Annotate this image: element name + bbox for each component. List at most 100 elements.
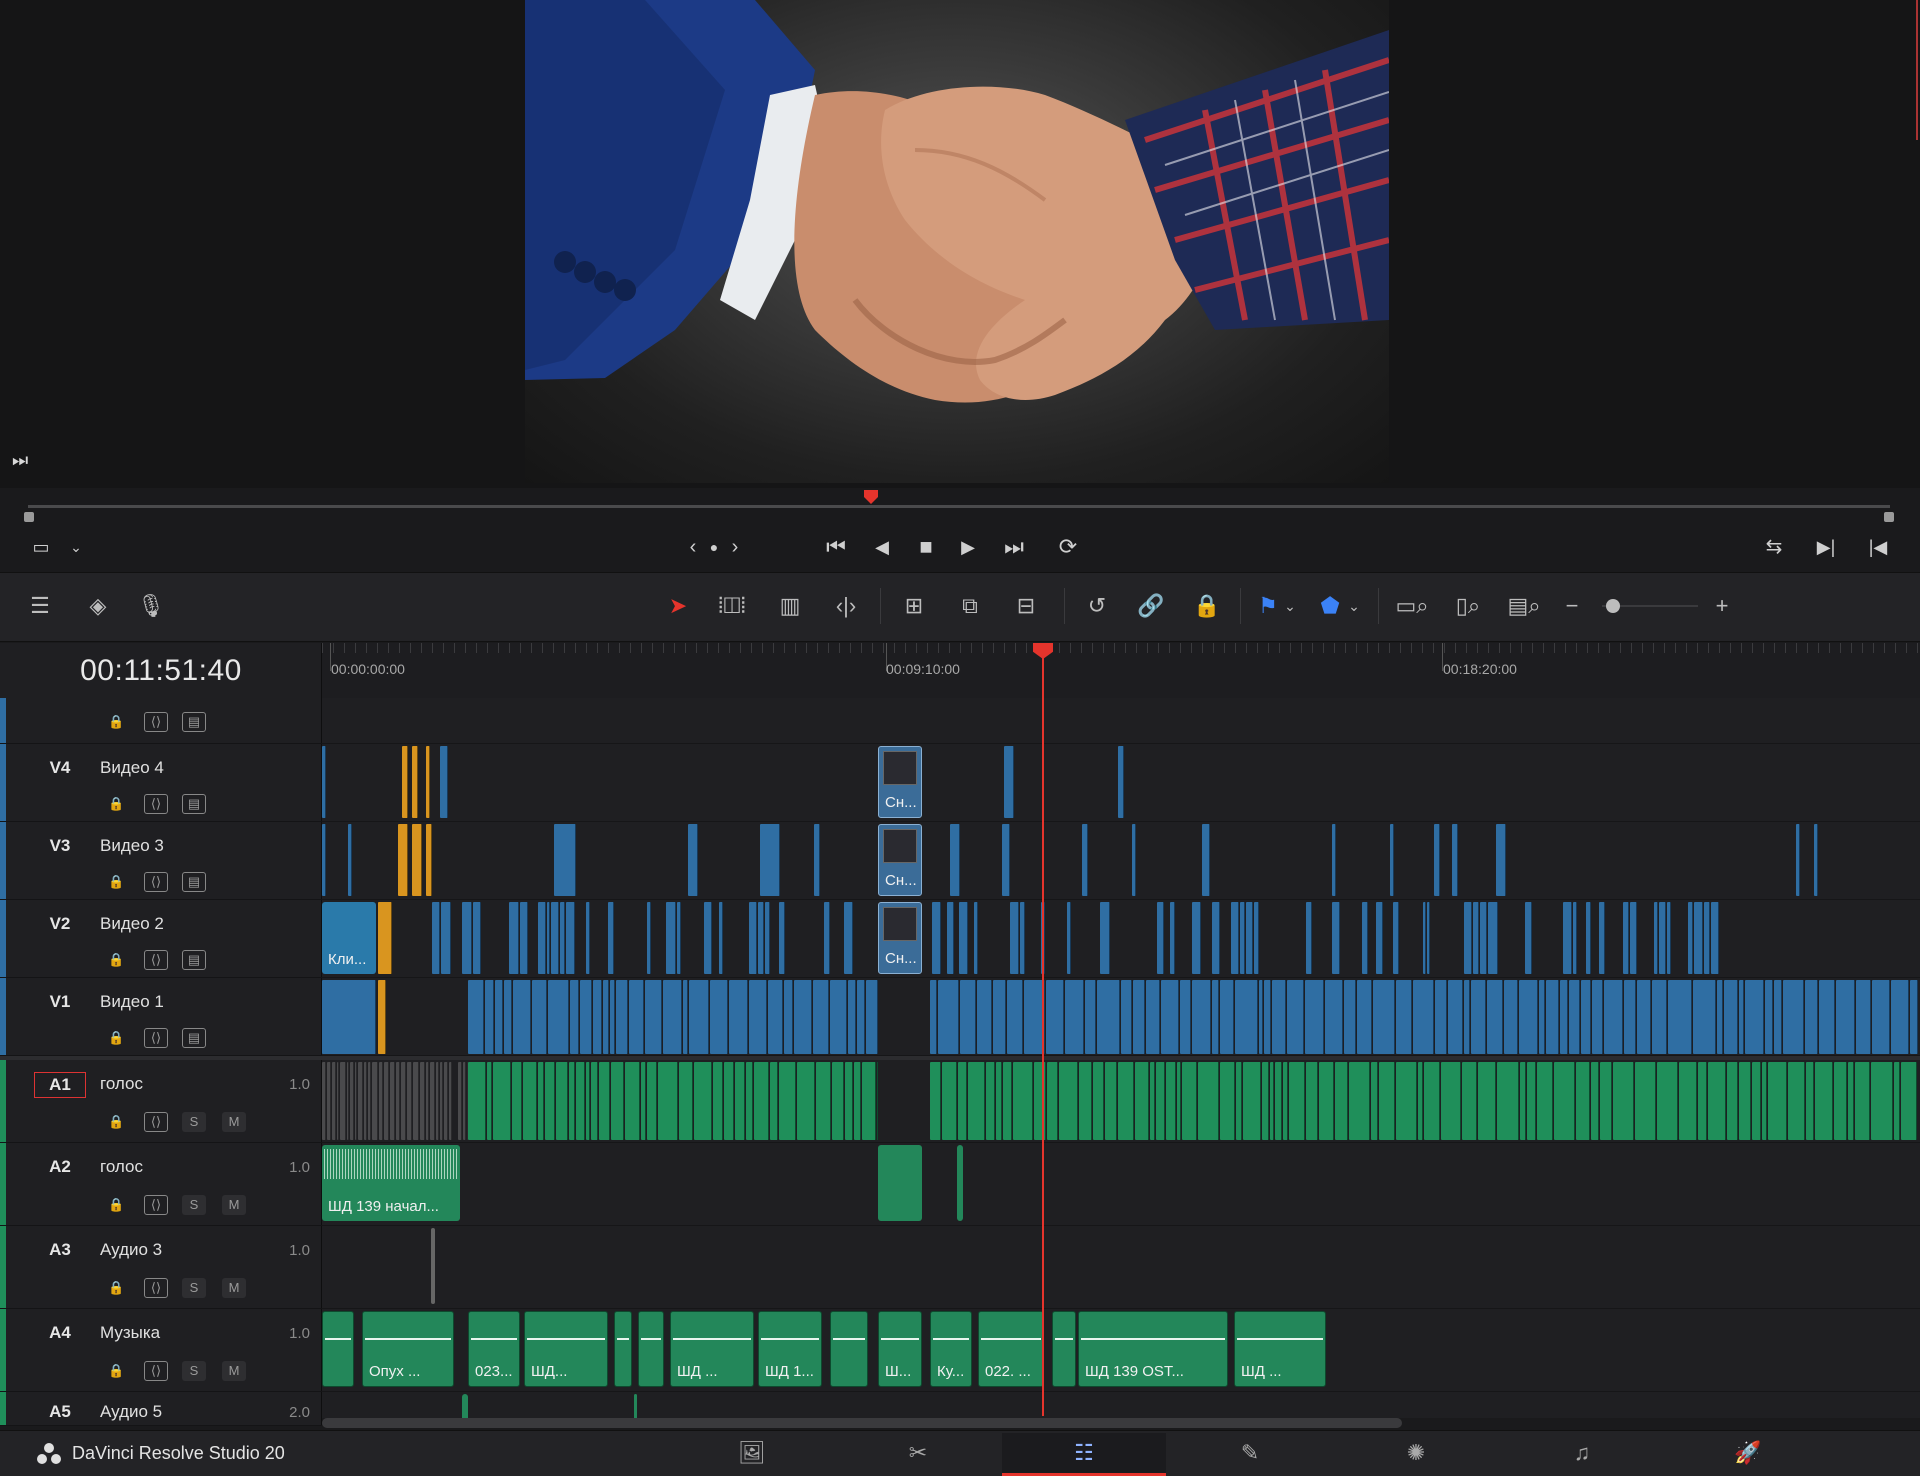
timeline-clip[interactable] bbox=[372, 1062, 378, 1140]
dynamic-trim-icon[interactable]: ▥ bbox=[770, 592, 810, 620]
auto-select-icon[interactable]: ⟨⟩ bbox=[144, 1361, 168, 1381]
prev-edit-icon[interactable]: |◀ bbox=[1864, 534, 1892, 560]
timeline-clip[interactable] bbox=[768, 980, 783, 1054]
position-lock-icon[interactable]: 🔒 bbox=[1192, 592, 1222, 620]
timeline-clip[interactable] bbox=[1891, 980, 1909, 1054]
timeline-clip[interactable] bbox=[1783, 980, 1804, 1054]
timeline-clip[interactable] bbox=[523, 1062, 537, 1140]
timeline-clip[interactable] bbox=[647, 902, 651, 974]
timeline-clip[interactable] bbox=[1441, 1062, 1461, 1140]
play-icon[interactable]: ▶ bbox=[956, 534, 980, 560]
timeline-clip[interactable] bbox=[322, 824, 326, 896]
timeline-clip[interactable] bbox=[960, 980, 976, 1054]
timeline-clip[interactable] bbox=[580, 980, 592, 1054]
timeline-clip[interactable] bbox=[1371, 1062, 1378, 1140]
music-clip[interactable]: ШД 139 OST... bbox=[1078, 1311, 1228, 1387]
timeline-clip[interactable] bbox=[1525, 902, 1532, 974]
timeline-clip[interactable] bbox=[857, 980, 865, 1054]
timeline-clip[interactable] bbox=[576, 1062, 585, 1140]
timeline-clip[interactable] bbox=[1592, 980, 1603, 1054]
timeline-timecode[interactable]: 00:11:51:40 bbox=[0, 654, 322, 688]
timeline-clip[interactable] bbox=[1161, 980, 1179, 1054]
timeline-clip[interactable] bbox=[942, 1062, 957, 1140]
timeline-clip[interactable] bbox=[1694, 902, 1703, 974]
track-output-icon[interactable]: ▤ bbox=[182, 712, 206, 732]
volume-line[interactable] bbox=[641, 1338, 661, 1340]
timeline-ruler[interactable] bbox=[322, 643, 1920, 698]
timeline-clip[interactable] bbox=[1396, 1062, 1417, 1140]
timeline-clip[interactable] bbox=[794, 980, 812, 1054]
timeline-clip[interactable] bbox=[608, 902, 614, 974]
track-name[interactable]: Видео 3 bbox=[100, 836, 164, 856]
timeline-clip[interactable] bbox=[1591, 1062, 1599, 1140]
timeline-clip[interactable] bbox=[379, 1062, 383, 1140]
timeline-clip[interactable] bbox=[1848, 1062, 1854, 1140]
timeline-clip[interactable] bbox=[1182, 1062, 1197, 1140]
timeline-clip[interactable] bbox=[779, 902, 785, 974]
solo-button[interactable]: S bbox=[182, 1195, 206, 1215]
match-frame-icon[interactable]: ⇆ bbox=[1758, 534, 1790, 560]
v2-first-clip[interactable]: Кли... bbox=[322, 902, 376, 974]
timeline-clip[interactable] bbox=[816, 1062, 831, 1140]
stop-icon[interactable]: ■ bbox=[912, 534, 940, 560]
timeline-clip[interactable] bbox=[1097, 980, 1120, 1054]
timeline-clip[interactable] bbox=[1243, 1062, 1261, 1140]
scrubber-in-handle[interactable] bbox=[24, 512, 34, 522]
timeline-clip[interactable] bbox=[1478, 1062, 1496, 1140]
timeline-clip[interactable] bbox=[1434, 824, 1440, 896]
timeline-clip[interactable] bbox=[1156, 1062, 1165, 1140]
volume-line[interactable] bbox=[981, 1338, 1041, 1340]
timeline-clip[interactable] bbox=[1872, 980, 1890, 1054]
track-name[interactable]: Видео 4 bbox=[100, 758, 164, 778]
timeline-clip[interactable] bbox=[586, 902, 590, 974]
track-header-v5[interactable]: 🔒 ⟨⟩ ▤ bbox=[0, 698, 322, 744]
volume-line[interactable] bbox=[1237, 1338, 1323, 1340]
timeline-clip[interactable] bbox=[520, 902, 528, 974]
track-header-v3[interactable]: V3 Видео 3 🔒 ⟨⟩ ▤ bbox=[0, 822, 322, 900]
volume-line[interactable] bbox=[365, 1338, 451, 1340]
timeline-clip[interactable] bbox=[877, 1062, 878, 1140]
timeline-clip[interactable] bbox=[1448, 980, 1463, 1054]
zoom-in-icon[interactable]: + bbox=[1712, 592, 1732, 620]
volume-line[interactable] bbox=[325, 1338, 351, 1340]
timeline-clip[interactable] bbox=[1306, 902, 1312, 974]
lock-icon[interactable]: 🔒 bbox=[108, 1278, 124, 1298]
timeline-clip[interactable] bbox=[412, 824, 422, 896]
timeline-clip[interactable] bbox=[1724, 980, 1738, 1054]
timeline-clip[interactable] bbox=[504, 980, 512, 1054]
track-header-v2[interactable]: V2 Видео 2 🔒 ⟨⟩ ▤ bbox=[0, 900, 322, 978]
timeline-clip[interactable] bbox=[1657, 1062, 1678, 1140]
edit-page-icon[interactable]: ☷ bbox=[1002, 1433, 1166, 1476]
track-name[interactable]: голос bbox=[100, 1157, 143, 1177]
timeline-clip[interactable] bbox=[1418, 1062, 1423, 1140]
timeline-clip[interactable] bbox=[1586, 902, 1591, 974]
timeline-clip[interactable] bbox=[683, 980, 688, 1054]
track-name[interactable]: голос bbox=[100, 1074, 143, 1094]
timeline-clip[interactable] bbox=[1004, 746, 1014, 818]
timeline-clip[interactable] bbox=[426, 746, 430, 818]
track-id[interactable]: A1 bbox=[34, 1072, 86, 1098]
timeline-clip[interactable] bbox=[1105, 1062, 1117, 1140]
music-clip[interactable]: ШД ... bbox=[670, 1311, 754, 1387]
lane-a3[interactable] bbox=[322, 1226, 1920, 1309]
timeline-clip[interactable] bbox=[848, 980, 856, 1054]
timeline-clip[interactable] bbox=[1093, 1062, 1104, 1140]
timeline-clip[interactable] bbox=[1537, 1062, 1553, 1140]
timeline-clip[interactable] bbox=[1581, 980, 1591, 1054]
timeline-clip[interactable] bbox=[1834, 1062, 1847, 1140]
timeline-clip[interactable] bbox=[1132, 824, 1136, 896]
track-name[interactable]: Музыка bbox=[100, 1323, 160, 1343]
track-header-v1[interactable]: V1 Видео 1 🔒 ⟨⟩ ▤ bbox=[0, 978, 322, 1056]
timeline-clip[interactable] bbox=[1855, 1062, 1870, 1140]
mute-button[interactable]: M bbox=[222, 1278, 246, 1298]
timeline-clip[interactable] bbox=[1652, 980, 1667, 1054]
timeline-clip[interactable] bbox=[1170, 902, 1175, 974]
track-header-v4[interactable]: V4 Видео 4 🔒 ⟨⟩ ▤ bbox=[0, 744, 322, 822]
timeline-clip[interactable] bbox=[1774, 980, 1782, 1054]
timeline-clip[interactable] bbox=[1599, 902, 1605, 974]
music-clip[interactable] bbox=[1052, 1311, 1076, 1387]
timeline-clip[interactable] bbox=[1745, 980, 1764, 1054]
auto-select-icon[interactable]: ⟨⟩ bbox=[144, 872, 168, 892]
overwrite-clip-icon[interactable]: ⧉ bbox=[950, 592, 990, 620]
timeline-clip[interactable] bbox=[1287, 980, 1304, 1054]
